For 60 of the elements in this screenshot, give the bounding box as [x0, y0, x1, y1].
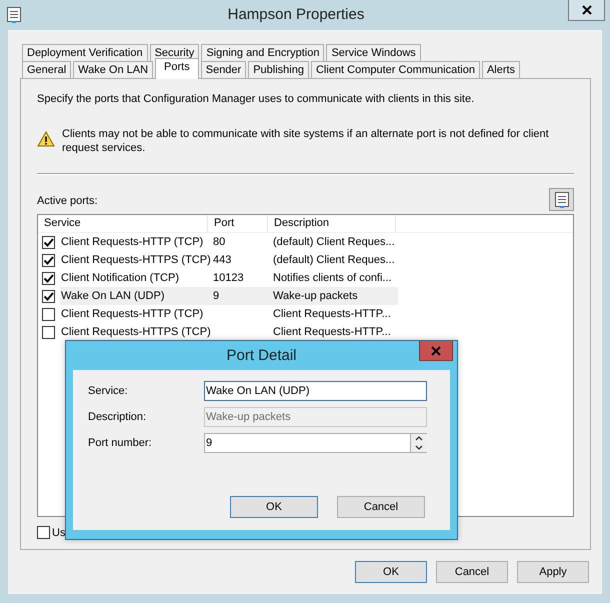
close-icon: [582, 5, 592, 15]
checkbox[interactable]: [42, 290, 55, 302]
table-cell-text: 9: [213, 289, 220, 304]
description-text: Specify the ports that Configuration Manager uses to communicate with clients in this site.: [37, 93, 476, 105]
tab[interactable]: General: [22, 61, 72, 78]
dialog-button[interactable]: Cancel: [337, 496, 425, 518]
tab[interactable]: Service Windows: [326, 44, 421, 61]
tab[interactable]: Sender: [200, 61, 246, 78]
checkbox[interactable]: [42, 236, 55, 248]
tab[interactable]: Signing and Encryption: [201, 44, 324, 61]
checkbox[interactable]: [42, 272, 55, 284]
tab[interactable]: Ports: [155, 58, 199, 79]
table-cell-text: Wake On LAN (UDP): [60, 289, 165, 304]
table-cell-text: Client Notification (TCP): [60, 271, 179, 286]
table-cell-text: Wake-up packets: [273, 289, 358, 304]
checkbox[interactable]: [42, 308, 55, 320]
column-header[interactable]: Service: [38, 215, 208, 232]
tab[interactable]: Deployment Verification: [22, 44, 148, 61]
app-icon: [6, 6, 24, 25]
tab[interactable]: Publishing: [248, 61, 309, 78]
spin-button[interactable]: [410, 433, 427, 453]
table-cell-text: Client Requests-HTTPS (TCP): [60, 253, 211, 268]
table-cell-text: Client Requests-HTTP (TCP): [60, 235, 204, 250]
column-header[interactable]: Description: [268, 215, 396, 232]
tab[interactable]: Client Computer Communication: [310, 61, 480, 78]
table-cell-text: Client Requests-HTTPS (TCP): [60, 325, 211, 340]
table-cell-text: Client Requests-HTTP...: [273, 325, 391, 340]
column-header[interactable]: Port: [208, 215, 268, 232]
close-icon: [431, 346, 441, 356]
table-cell-text: 80: [213, 235, 226, 250]
dialog-button[interactable]: OK: [355, 561, 427, 583]
table-cell-text: (default) Client Reques...: [273, 253, 395, 268]
checkbox-label: Us: [52, 526, 66, 538]
warning-icon: [37, 131, 55, 147]
checkbox[interactable]: [42, 254, 55, 266]
field-label: Port number:: [88, 437, 153, 449]
field-label: Description:: [88, 411, 148, 423]
properties-button[interactable]: [549, 188, 574, 211]
field-label: Service:: [88, 385, 129, 397]
window-title: Hampson Properties: [226, 5, 366, 23]
table-cell-text: 10123: [213, 271, 244, 286]
tab[interactable]: Alerts: [482, 61, 520, 78]
dialog-title: Port Detail: [225, 346, 298, 364]
checkbox[interactable]: [37, 526, 50, 539]
close-button[interactable]: [568, 0, 605, 21]
sheet-icon: [554, 190, 570, 208]
number-field[interactable]: 9: [204, 433, 410, 453]
tab[interactable]: Wake On LAN: [73, 61, 154, 78]
checkbox[interactable]: [42, 326, 55, 338]
table-cell-text: Client Requests-HTTP (TCP): [60, 307, 204, 322]
dialog-button[interactable]: OK: [230, 496, 318, 518]
table-cell-text: Client Requests-HTTP...: [273, 307, 391, 322]
dialog-button[interactable]: Apply: [517, 561, 589, 583]
table-cell-text: 443: [213, 253, 232, 268]
table-cell-text: Notifies clients of confi...: [273, 271, 392, 286]
warning-text: Clients may not be able to communicate with site systems if an alternate port is not defined for client request services.: [62, 127, 550, 155]
input-field[interactable]: Wake On LAN (UDP): [204, 381, 427, 401]
section-label: Active ports:: [37, 195, 98, 209]
dialog-button[interactable]: Cancel: [436, 561, 508, 583]
table-cell-text: (default) Client Reques...: [273, 235, 395, 250]
